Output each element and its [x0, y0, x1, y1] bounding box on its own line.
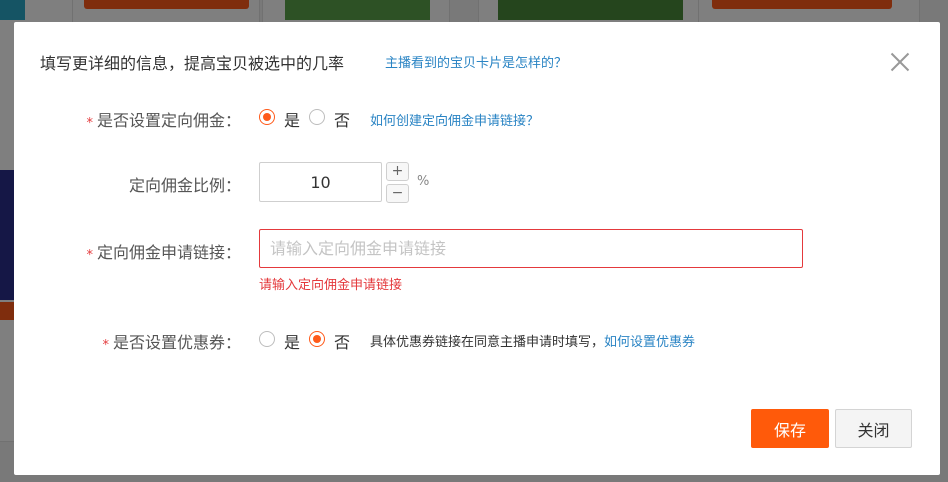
coupon-note: 具体优惠券链接在同意主播申请时填写，如何设置优惠券 — [370, 331, 695, 350]
directed-commission-no-label[interactable]: 否 — [334, 107, 350, 131]
required-mark: * — [86, 248, 93, 263]
required-mark: * — [102, 338, 109, 353]
close-icon[interactable] — [890, 51, 910, 71]
dialog-title: 填写更详细的信息，提高宝贝被选中的几率 — [40, 54, 345, 73]
settings-dialog: 填写更详细的信息，提高宝贝被选中的几率 主播看到的宝贝卡片是怎样的？ * 是否设置… — [14, 22, 940, 475]
coupon-label-text: 是否设置优惠券： — [112, 333, 241, 352]
directed-commission-label-text: 是否设置定向佣金： — [96, 111, 241, 130]
application-link-label: * 定向佣金申请链接： — [86, 239, 241, 263]
coupon-note-text: 具体优惠券链接在同意主播申请时填写， — [370, 335, 605, 350]
card-preview-help-link[interactable]: 主播看到的宝贝卡片是怎样的？ — [385, 52, 567, 71]
directed-commission-yes-radio[interactable] — [259, 109, 275, 125]
coupon-setup-help-link[interactable]: 如何设置优惠券 — [604, 335, 695, 350]
coupon-yes-label[interactable]: 是 — [284, 329, 300, 353]
directed-commission-label: * 是否设置定向佣金： — [86, 107, 241, 131]
application-link-label-text: 定向佣金申请链接： — [96, 243, 241, 262]
coupon-label: * 是否设置优惠券： — [102, 329, 241, 353]
close-button[interactable]: 关闭 — [835, 409, 912, 448]
required-mark: * — [86, 116, 93, 131]
commission-rate-label: 定向佣金比例： — [128, 176, 241, 195]
decrement-button[interactable]: − — [386, 184, 409, 203]
coupon-yes-radio[interactable] — [259, 331, 275, 347]
directed-commission-yes-label[interactable]: 是 — [284, 107, 300, 131]
application-link-error: 请输入定向佣金申请链接 — [259, 278, 403, 293]
application-link-input[interactable] — [259, 229, 803, 268]
save-button[interactable]: 保存 — [751, 409, 829, 448]
directed-commission-no-radio[interactable] — [309, 109, 325, 125]
increment-button[interactable]: + — [386, 162, 409, 181]
create-commission-link-help[interactable]: 如何创建定向佣金申请链接？ — [370, 110, 539, 129]
coupon-no-label[interactable]: 否 — [334, 329, 350, 353]
commission-rate-input[interactable]: 10 — [259, 162, 382, 202]
percent-unit: % — [417, 174, 430, 189]
coupon-no-radio[interactable] — [309, 331, 325, 347]
